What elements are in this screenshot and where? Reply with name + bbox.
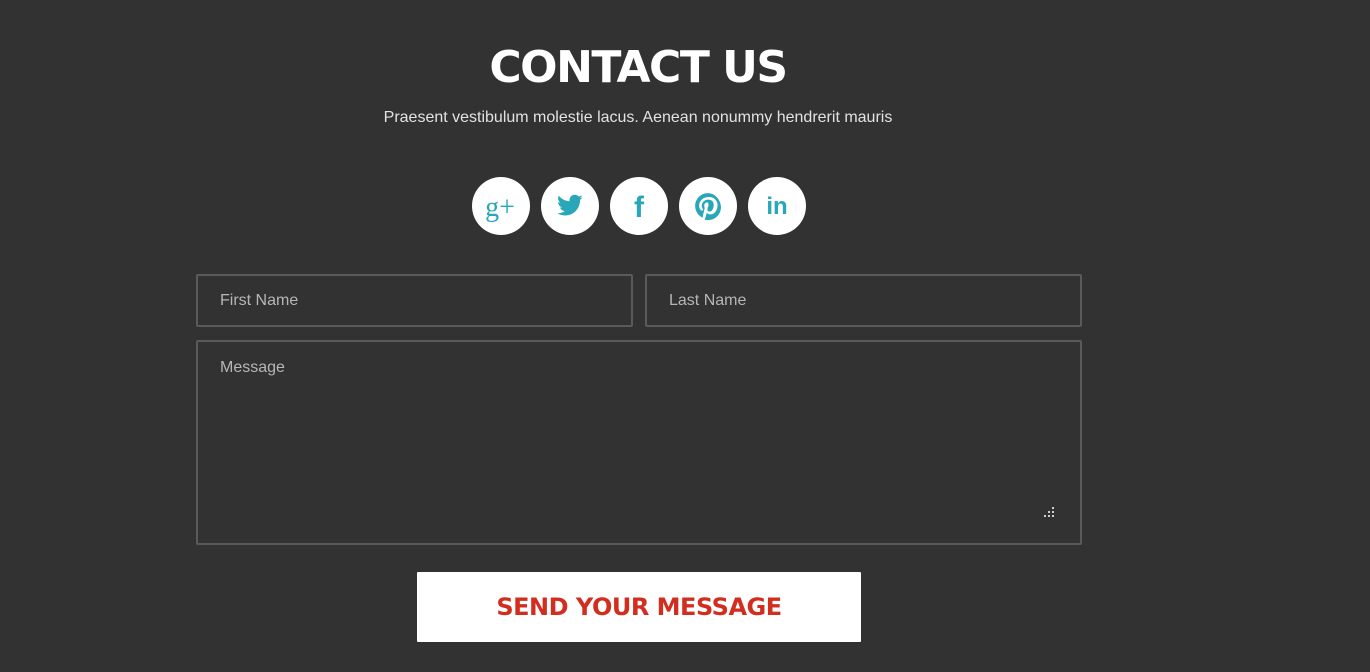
pinterest-icon <box>695 193 721 220</box>
page-title: CONTACT US <box>489 42 788 93</box>
social-links: g+ f in <box>472 177 806 235</box>
google-plus-button[interactable]: g+ <box>472 177 530 235</box>
facebook-glyph: f <box>634 191 645 224</box>
contact-section: CONTACT US Praesent vestibulum molestie … <box>0 0 1370 672</box>
send-message-button[interactable]: SEND YOUR MESSAGE <box>417 572 861 642</box>
first-name-field[interactable] <box>196 274 633 327</box>
twitter-button[interactable] <box>541 177 599 235</box>
page-subtitle: Praesent vestibulum molestie lacus. Aene… <box>383 109 893 126</box>
facebook-button[interactable]: f <box>610 177 668 235</box>
resize-grip-icon[interactable] <box>1042 505 1056 519</box>
linkedin-icon: in <box>766 193 787 220</box>
linkedin-button[interactable]: in <box>748 177 806 235</box>
message-field[interactable] <box>196 340 1082 545</box>
facebook-icon: f <box>634 191 645 224</box>
last-name-field[interactable] <box>645 274 1082 327</box>
send-message-label: SEND YOUR MESSAGE <box>496 593 782 621</box>
twitter-icon <box>557 194 583 216</box>
linkedin-glyph: in <box>766 193 787 220</box>
pinterest-button[interactable] <box>679 177 737 235</box>
google-plus-icon: g+ <box>485 192 515 223</box>
google-plus-glyph: g+ <box>485 192 515 223</box>
